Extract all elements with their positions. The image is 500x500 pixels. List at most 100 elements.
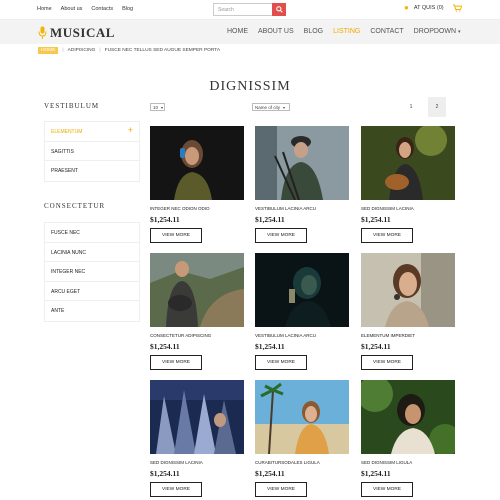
product-photo xyxy=(255,126,349,200)
product-card: CONSECTETUR ADIPISCING $1,254.11 VIEW MO… xyxy=(150,253,244,370)
view-more-button[interactable]: VIEW MORE xyxy=(255,355,307,370)
product-title: SED DIGNISSIM LACINIA xyxy=(361,206,414,211)
product-image[interactable] xyxy=(361,253,455,327)
nav-about-us[interactable]: ABOUT US xyxy=(258,28,294,35)
view-more-button[interactable]: VIEW MORE xyxy=(150,482,202,497)
product-photo xyxy=(150,253,244,327)
nav-listing[interactable]: LISTING xyxy=(333,28,360,35)
product-card: SED DIGNISSIM LACINIA $1,254.11 VIEW MOR… xyxy=(361,126,455,243)
sidebar-item-praesent[interactable]: PRAESENT xyxy=(45,161,139,181)
sidebar-list-consectetur: FUSCE NEC LACINIA NUNC INTEGER NEC ARCU … xyxy=(44,222,140,322)
sidebar-item-ante[interactable]: ANTE xyxy=(45,301,139,321)
product-price: $1,254.11 xyxy=(255,469,285,478)
page-title: DIGNISSIM xyxy=(209,79,291,94)
search-icon xyxy=(275,6,283,13)
sidebar-item-label: ANTE xyxy=(51,308,65,314)
product-image[interactable] xyxy=(255,126,349,200)
product-title: SED DIGNISSIM LIGULA xyxy=(361,460,413,465)
nav-home[interactable]: HOME xyxy=(227,28,248,35)
nav-blog[interactable]: BLOG xyxy=(304,28,323,35)
product-title: CURABITURSODALES LIGULA xyxy=(255,460,320,465)
sidebar-list-vestibulum: ELEMENTUM + SAGITTIS PRAESENT xyxy=(44,121,140,182)
breadcrumb-current: FUSCE NEC TELLUS SED AUGUE SEMPER PORTA xyxy=(104,48,221,53)
sidebar-item-label: PRAESENT xyxy=(51,168,78,174)
account-label[interactable]: AT QUIS (0) xyxy=(414,5,444,11)
brand-name: MUSICAL xyxy=(50,25,115,40)
sidebar-item-label: INTEGER NEC xyxy=(51,269,86,275)
breadcrumb-separator: | xyxy=(99,48,101,53)
product-image[interactable] xyxy=(150,253,244,327)
product-card: INTEGER NEC ODION ODIO $1,254.11 VIEW MO… xyxy=(150,126,244,243)
sidebar-item-label: LACINIA NUNC xyxy=(51,249,87,256)
view-more-button[interactable]: VIEW MORE xyxy=(255,228,307,243)
product-title: SED DIGNISSIM LACINIA xyxy=(150,460,203,465)
sidebar-item-arcu-eget[interactable]: ARCU EGET xyxy=(45,282,139,301)
product-image[interactable] xyxy=(255,253,349,327)
product-image[interactable] xyxy=(361,126,455,200)
top-bar: Home About us Contacts Blog Search ● AT … xyxy=(0,0,500,20)
main-nav: HOME ABOUT US BLOG LISTING CONTACT DROPD… xyxy=(227,28,461,35)
product-photo xyxy=(361,380,455,454)
product-price: $1,254.11 xyxy=(361,469,391,478)
user-icon[interactable]: ● xyxy=(404,4,409,12)
sidebar-item-lacinia-nunc[interactable]: LACINIA NUNC xyxy=(45,243,139,262)
product-image[interactable] xyxy=(150,380,244,454)
sort-select[interactable]: Name of city ▾ xyxy=(252,103,290,111)
product-card: VESTIBULUM LACINIA ARCU $1,254.11 VIEW M… xyxy=(255,126,349,243)
per-page-select[interactable]: 10 ▾ xyxy=(150,103,165,111)
sidebar-item-sagittis[interactable]: SAGITTIS xyxy=(45,142,139,161)
account-area: ● AT QUIS (0) xyxy=(404,4,462,12)
sidebar-item-label: ARCU EGET xyxy=(51,288,81,295)
view-more-button[interactable]: VIEW MORE xyxy=(255,482,307,497)
sidebar-item-label: FUSCE NEC xyxy=(51,230,80,236)
product-photo xyxy=(361,126,455,200)
breadcrumb-home[interactable]: HOME xyxy=(38,47,59,54)
product-image[interactable] xyxy=(361,380,455,454)
product-image[interactable] xyxy=(150,126,244,200)
product-title: CONSECTETUR ADIPISCING xyxy=(150,333,212,338)
top-link-blog[interactable]: Blog xyxy=(122,6,133,12)
sidebar-heading-vestibulum: VESTIBULUM xyxy=(44,102,100,110)
product-photo xyxy=(361,253,455,327)
sidebar-item-fusce-nec[interactable]: FUSCE NEC xyxy=(45,223,139,243)
cart-icon[interactable] xyxy=(452,4,462,12)
sidebar-item-integer-nec[interactable]: INTEGER NEC xyxy=(45,262,139,282)
product-title: VESTIBULUM LACINIA ARCU xyxy=(255,206,317,211)
top-link-home[interactable]: Home xyxy=(37,6,52,12)
sidebar-item-elementum[interactable]: ELEMENTUM + xyxy=(45,122,139,142)
product-image[interactable] xyxy=(255,380,349,454)
top-links: Home About us Contacts Blog xyxy=(37,6,133,12)
nav-dropdown-label: DROPDOWN xyxy=(413,28,457,35)
chevron-down-icon: ▾ xyxy=(283,104,286,110)
nav-contact[interactable]: CONTACT xyxy=(370,28,403,35)
search-button[interactable] xyxy=(272,3,286,16)
sort-value: Name of city xyxy=(255,104,281,110)
page-2[interactable]: 2 xyxy=(428,97,446,117)
view-more-button[interactable]: VIEW MORE xyxy=(150,228,202,243)
chevron-down-icon: ▾ xyxy=(161,104,164,110)
product-photo xyxy=(255,380,349,454)
nav-dropdown[interactable]: DROPDOWN ▾ xyxy=(414,28,461,35)
sidebar-heading-consectetur: CONSECTETUR xyxy=(44,202,106,210)
main-navbar: MUSICAL HOME ABOUT US BLOG LISTING CONTA… xyxy=(0,20,500,44)
product-card: CURABITURSODALES LIGULA $1,254.11 VIEW M… xyxy=(255,380,349,497)
top-link-about[interactable]: About us xyxy=(61,6,83,12)
plus-icon[interactable]: + xyxy=(128,126,133,135)
view-more-button[interactable]: VIEW MORE xyxy=(150,355,202,370)
page-1[interactable]: 1 xyxy=(402,97,420,117)
product-card: SED DIGNISSIM LIGULA $1,254.11 VIEW MORE xyxy=(361,380,455,497)
sidebar-item-label: SAGITTIS xyxy=(51,148,74,155)
breadcrumb-item[interactable]: ADIPISCING xyxy=(68,48,96,53)
microphone-icon xyxy=(38,26,47,39)
product-price: $1,254.11 xyxy=(255,342,285,351)
product-price: $1,254.11 xyxy=(255,215,285,224)
top-link-contacts[interactable]: Contacts xyxy=(91,6,113,12)
product-price: $1,254.11 xyxy=(150,215,180,224)
brand-logo[interactable]: MUSICAL xyxy=(38,25,115,41)
view-more-button[interactable]: VIEW MORE xyxy=(361,355,413,370)
product-price: $1,254.11 xyxy=(150,469,180,478)
view-more-button[interactable]: VIEW MORE xyxy=(361,228,413,243)
view-more-button[interactable]: VIEW MORE xyxy=(361,482,413,497)
product-card: SED DIGNISSIM LACINIA $1,254.11 VIEW MOR… xyxy=(150,380,244,497)
search-input[interactable]: Search xyxy=(213,3,273,16)
